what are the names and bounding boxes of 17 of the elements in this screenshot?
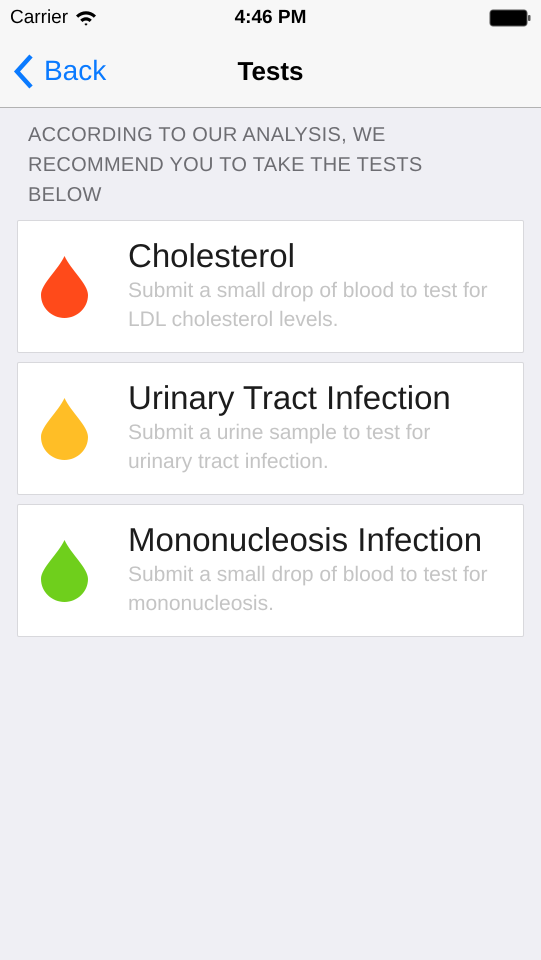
carrier-name: Carrier bbox=[10, 6, 68, 28]
test-title: Cholesterol bbox=[128, 236, 296, 276]
test-description: Submit a small drop of blood to test for mononucleosis. bbox=[128, 562, 489, 616]
test-title: Mononucleosis Infection bbox=[128, 520, 484, 560]
back-button[interactable]: Back bbox=[0, 54, 106, 88]
test-card[interactable]: Cholesterol Submit a small drop of blood to test for LDL cholesterol levels. bbox=[17, 220, 524, 353]
section-header: ACCORDING TO OUR ANALYSIS, WE RECOMMEND YOU TO TAKE THE TESTS BELOW bbox=[27, 123, 424, 208]
test-description: Submit a small drop of blood to test for LDL cholesterol levels. bbox=[128, 278, 489, 332]
test-card[interactable]: Mononucleosis Infection Submit a small drop of blood to test for mononucleosis. bbox=[17, 504, 524, 637]
status-time: 4:46 PM bbox=[234, 6, 306, 28]
test-description: Submit a urine sample to test for urinary tract infection. bbox=[128, 420, 432, 474]
screen-title: Tests bbox=[238, 56, 304, 86]
test-title: Urinary Tract Infection bbox=[128, 378, 452, 418]
battery-icon bbox=[489, 8, 531, 26]
chevron-left-icon bbox=[13, 54, 34, 88]
test-card[interactable]: Urinary Tract Infection Submit a urine sample to test for urinary tract infection. bbox=[17, 362, 524, 495]
wifi-icon bbox=[75, 10, 98, 26]
